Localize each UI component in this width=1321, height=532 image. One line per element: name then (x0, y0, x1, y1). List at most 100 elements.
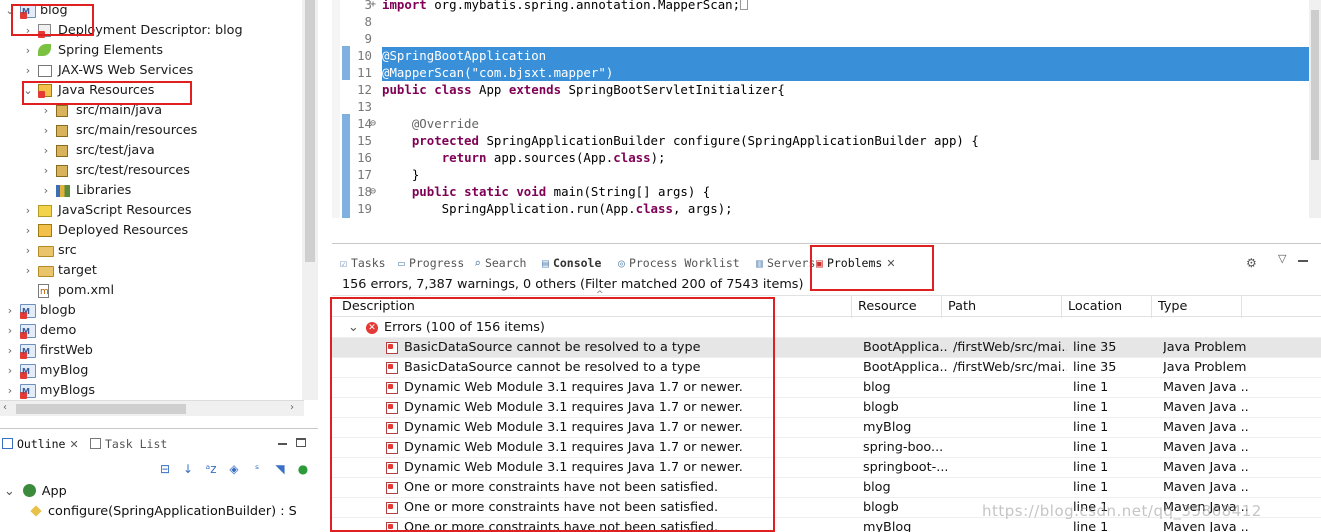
chevron-right-icon[interactable]: › (22, 261, 34, 281)
explorer-hscroll-thumb[interactable] (16, 404, 186, 414)
code-line[interactable]: 14 ⊖ @Override (332, 115, 1309, 132)
code-line[interactable]: 9 (332, 30, 1309, 47)
problem-group[interactable]: ⌄ ✕ Errors (100 of 156 items) (332, 318, 1321, 338)
column-header-description[interactable]: Description (336, 296, 852, 318)
tree-item[interactable]: › myBlogs (0, 381, 302, 402)
dropdown-icon[interactable]: ▽ (1278, 252, 1286, 265)
explorer-hscrollbar[interactable]: ‹ › (0, 400, 304, 416)
tree-item[interactable]: › demo (0, 321, 302, 342)
chevron-right-icon[interactable]: › (40, 121, 52, 141)
tree-item[interactable]: › src/main/java (0, 101, 302, 121)
chevron-right-icon[interactable]: › (22, 21, 34, 41)
tab-problems[interactable]: ▣ Problems ✕ (816, 252, 896, 274)
editor-scrollbar[interactable] (1309, 0, 1321, 218)
code-line[interactable]: 13 (332, 98, 1309, 115)
column-header-location[interactable]: Location (1062, 296, 1152, 318)
hide-nonpublic-icon[interactable]: ◥ (273, 462, 287, 476)
outline-item[interactable]: configure(SpringApplicationBuilder) : S (30, 502, 297, 522)
chevron-right-icon[interactable]: › (22, 221, 34, 241)
sort-icon[interactable]: ↓ (181, 462, 195, 476)
problem-row[interactable]: Dynamic Web Module 3.1 requires Java 1.7… (332, 418, 1321, 438)
hide-fields-icon[interactable]: ◈ (227, 462, 241, 476)
chevron-right-icon[interactable]: › (22, 201, 34, 221)
column-header-type[interactable]: Type (1152, 296, 1242, 318)
explorer-vscroll-thumb[interactable] (305, 0, 315, 262)
code-line[interactable]: 15 protected SpringApplicationBuilder co… (332, 132, 1309, 149)
chevron-right-icon[interactable]: › (4, 381, 16, 401)
chevron-down-icon[interactable]: ⌄ (348, 318, 359, 338)
editor-scroll-thumb[interactable] (1311, 10, 1319, 160)
tree-item[interactable]: › src (0, 241, 302, 261)
code-editor[interactable]: 3 + import org.mybatis.spring.annotation.M… (332, 0, 1321, 218)
fold-toggle-icon[interactable]: ⊖ (370, 183, 376, 200)
code-line[interactable]: 3 + import org.mybatis.spring.annotation.M… (332, 0, 1309, 13)
problem-row[interactable]: Dynamic Web Module 3.1 requires Java 1.7… (332, 378, 1321, 398)
chevron-down-icon[interactable]: ⌄ (4, 1, 16, 21)
chevron-right-icon[interactable]: › (40, 141, 52, 161)
chevron-right-icon[interactable]: › (40, 101, 52, 121)
green-dot-icon[interactable]: ● (296, 462, 310, 476)
chevron-right-icon[interactable]: › (4, 301, 16, 321)
tab-outline[interactable]: Outline ✕ (2, 433, 79, 455)
explorer-vscrollbar[interactable] (302, 0, 318, 400)
column-header-path[interactable]: Path (942, 296, 1062, 318)
code-line[interactable]: 18 ⊖ public static void main(String[] arg… (332, 183, 1309, 200)
problem-row[interactable]: One or more constraints have not been sa… (332, 518, 1321, 532)
problem-row[interactable]: One or more constraints have not been sa… (332, 478, 1321, 498)
chevron-down-icon[interactable]: ⌄ (4, 484, 15, 499)
outline-item[interactable]: ⌄ App (4, 482, 67, 502)
tree-item[interactable]: › src/main/resources (0, 121, 302, 141)
tree-item[interactable]: ⌄ Java Resources (0, 81, 302, 101)
tree-item[interactable]: ⌄ blog (0, 1, 302, 22)
code-line[interactable]: 17 } (332, 166, 1309, 183)
tree-item[interactable]: › myBlog (0, 361, 302, 382)
hide-static-icon[interactable]: ˢ (250, 462, 264, 476)
problem-row[interactable]: Dynamic Web Module 3.1 requires Java 1.7… (332, 398, 1321, 418)
minimize-icon[interactable] (1298, 260, 1308, 262)
minimize-icon[interactable] (278, 443, 287, 445)
code-line[interactable]: 16 return app.sources(App.class); (332, 149, 1309, 166)
problem-row[interactable]: BasicDataSource cannot be resolved to a … (332, 338, 1321, 358)
tree-item[interactable]: › Deployment Descriptor: blog (0, 21, 302, 41)
tree-item[interactable]: › JavaScript Resources (0, 201, 302, 221)
tree-item[interactable]: › Spring Elements (0, 41, 302, 61)
tab-tasks[interactable]: ☑ Tasks (340, 252, 386, 274)
tab-task-list[interactable]: Task List (90, 433, 167, 455)
code-line[interactable]: 8 (332, 13, 1309, 30)
chevron-right-icon[interactable]: › (4, 341, 16, 361)
tab-search[interactable]: ⌕ Search (474, 252, 526, 274)
chevron-down-icon[interactable]: ⌄ (22, 81, 34, 101)
sort-alpha-icon[interactable]: ᵃz (204, 462, 218, 476)
tree-item[interactable]: pom.xml (0, 281, 302, 302)
chevron-right-icon[interactable]: › (4, 321, 16, 341)
tree-item[interactable]: › src/test/resources (0, 161, 302, 181)
code-line[interactable]: 12 public class App extends SpringBootSer… (332, 81, 1309, 98)
tab-process-worklist[interactable]: ◎ Process Worklist (618, 252, 740, 274)
scroll-right-icon[interactable]: › (290, 402, 294, 413)
chevron-right-icon[interactable]: › (22, 61, 34, 81)
tree-item[interactable]: › Libraries (0, 181, 302, 201)
collapse-all-icon[interactable]: ⊟ (158, 462, 172, 476)
scroll-left-icon[interactable]: ‹ (3, 402, 7, 413)
tree-item[interactable]: › JAX-WS Web Services (0, 61, 302, 81)
tab-console[interactable]: ▤ Console (542, 252, 601, 274)
code-line[interactable]: 19 SpringApplication.run(App.class, args… (332, 200, 1309, 217)
column-header-resource[interactable]: Resource (852, 296, 942, 318)
problem-row[interactable]: Dynamic Web Module 3.1 requires Java 1.7… (332, 438, 1321, 458)
tab-progress[interactable]: ▭ Progress (398, 252, 464, 274)
fold-toggle-icon[interactable]: ⊖ (370, 115, 376, 132)
chevron-right-icon[interactable]: › (22, 241, 34, 261)
chevron-right-icon[interactable]: › (22, 41, 34, 61)
close-icon[interactable]: ✕ (69, 438, 78, 451)
code-line[interactable]: 11 @MapperScan("com.bjsxt.mapper") (332, 64, 1309, 81)
problem-row[interactable]: BasicDataSource cannot be resolved to a … (332, 358, 1321, 378)
code-line[interactable]: 10 @SpringBootApplication (332, 47, 1309, 64)
problem-row[interactable]: Dynamic Web Module 3.1 requires Java 1.7… (332, 458, 1321, 478)
fold-toggle-icon[interactable]: + (370, 0, 376, 13)
tree-item[interactable]: › src/test/java (0, 141, 302, 161)
tree-item[interactable]: › firstWeb (0, 341, 302, 362)
chevron-right-icon[interactable]: › (40, 161, 52, 181)
tree-item[interactable]: › target (0, 261, 302, 281)
tab-servers[interactable]: ▥ Servers (756, 252, 815, 274)
chevron-right-icon[interactable]: › (40, 181, 52, 201)
